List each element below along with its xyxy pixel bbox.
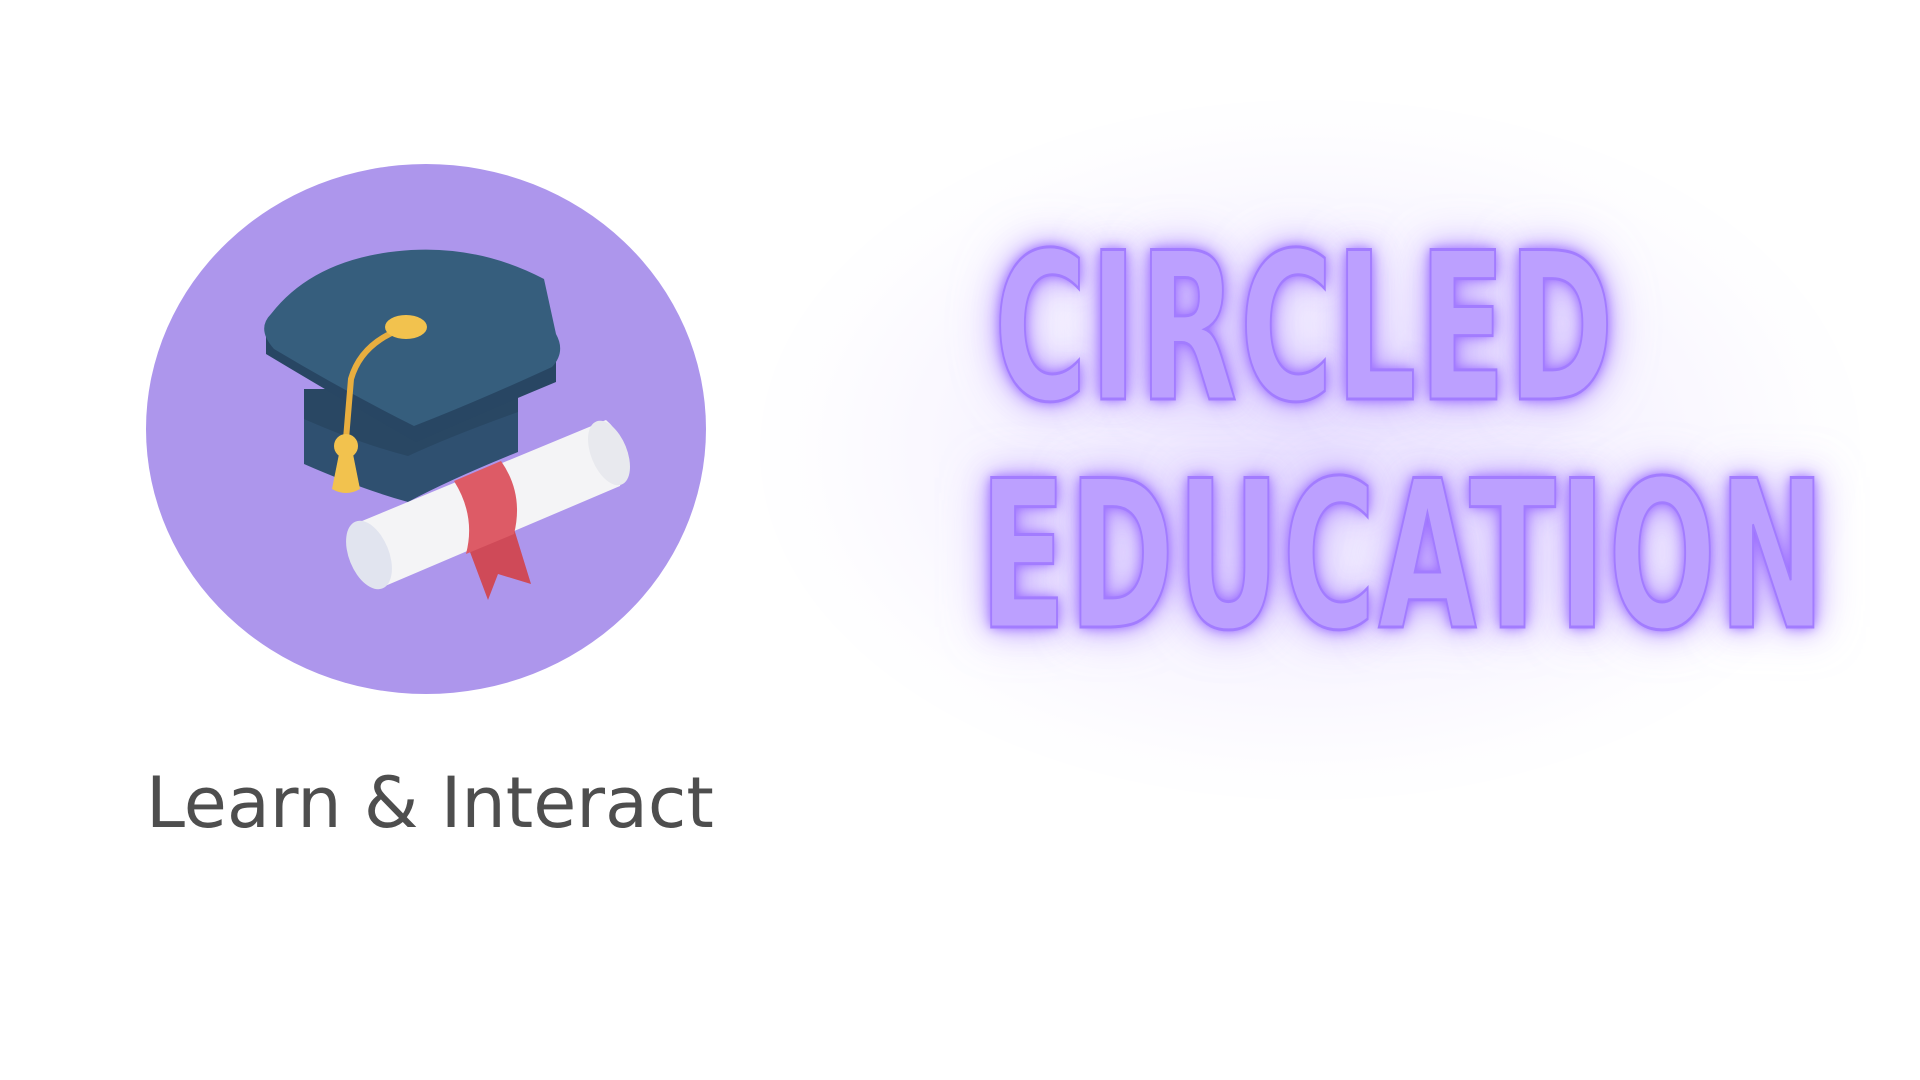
banner: Learn & Interact CIRCLED EDUCATION [0, 0, 1920, 1080]
headline: CIRCLED EDUCATION [780, 210, 1830, 676]
graduation-cap-with-diploma-icon [264, 249, 630, 600]
tagline: Learn & Interact [146, 762, 714, 844]
headline-line-2: EDUCATION [979, 438, 1828, 676]
headline-line-1: CIRCLED [993, 210, 1617, 448]
